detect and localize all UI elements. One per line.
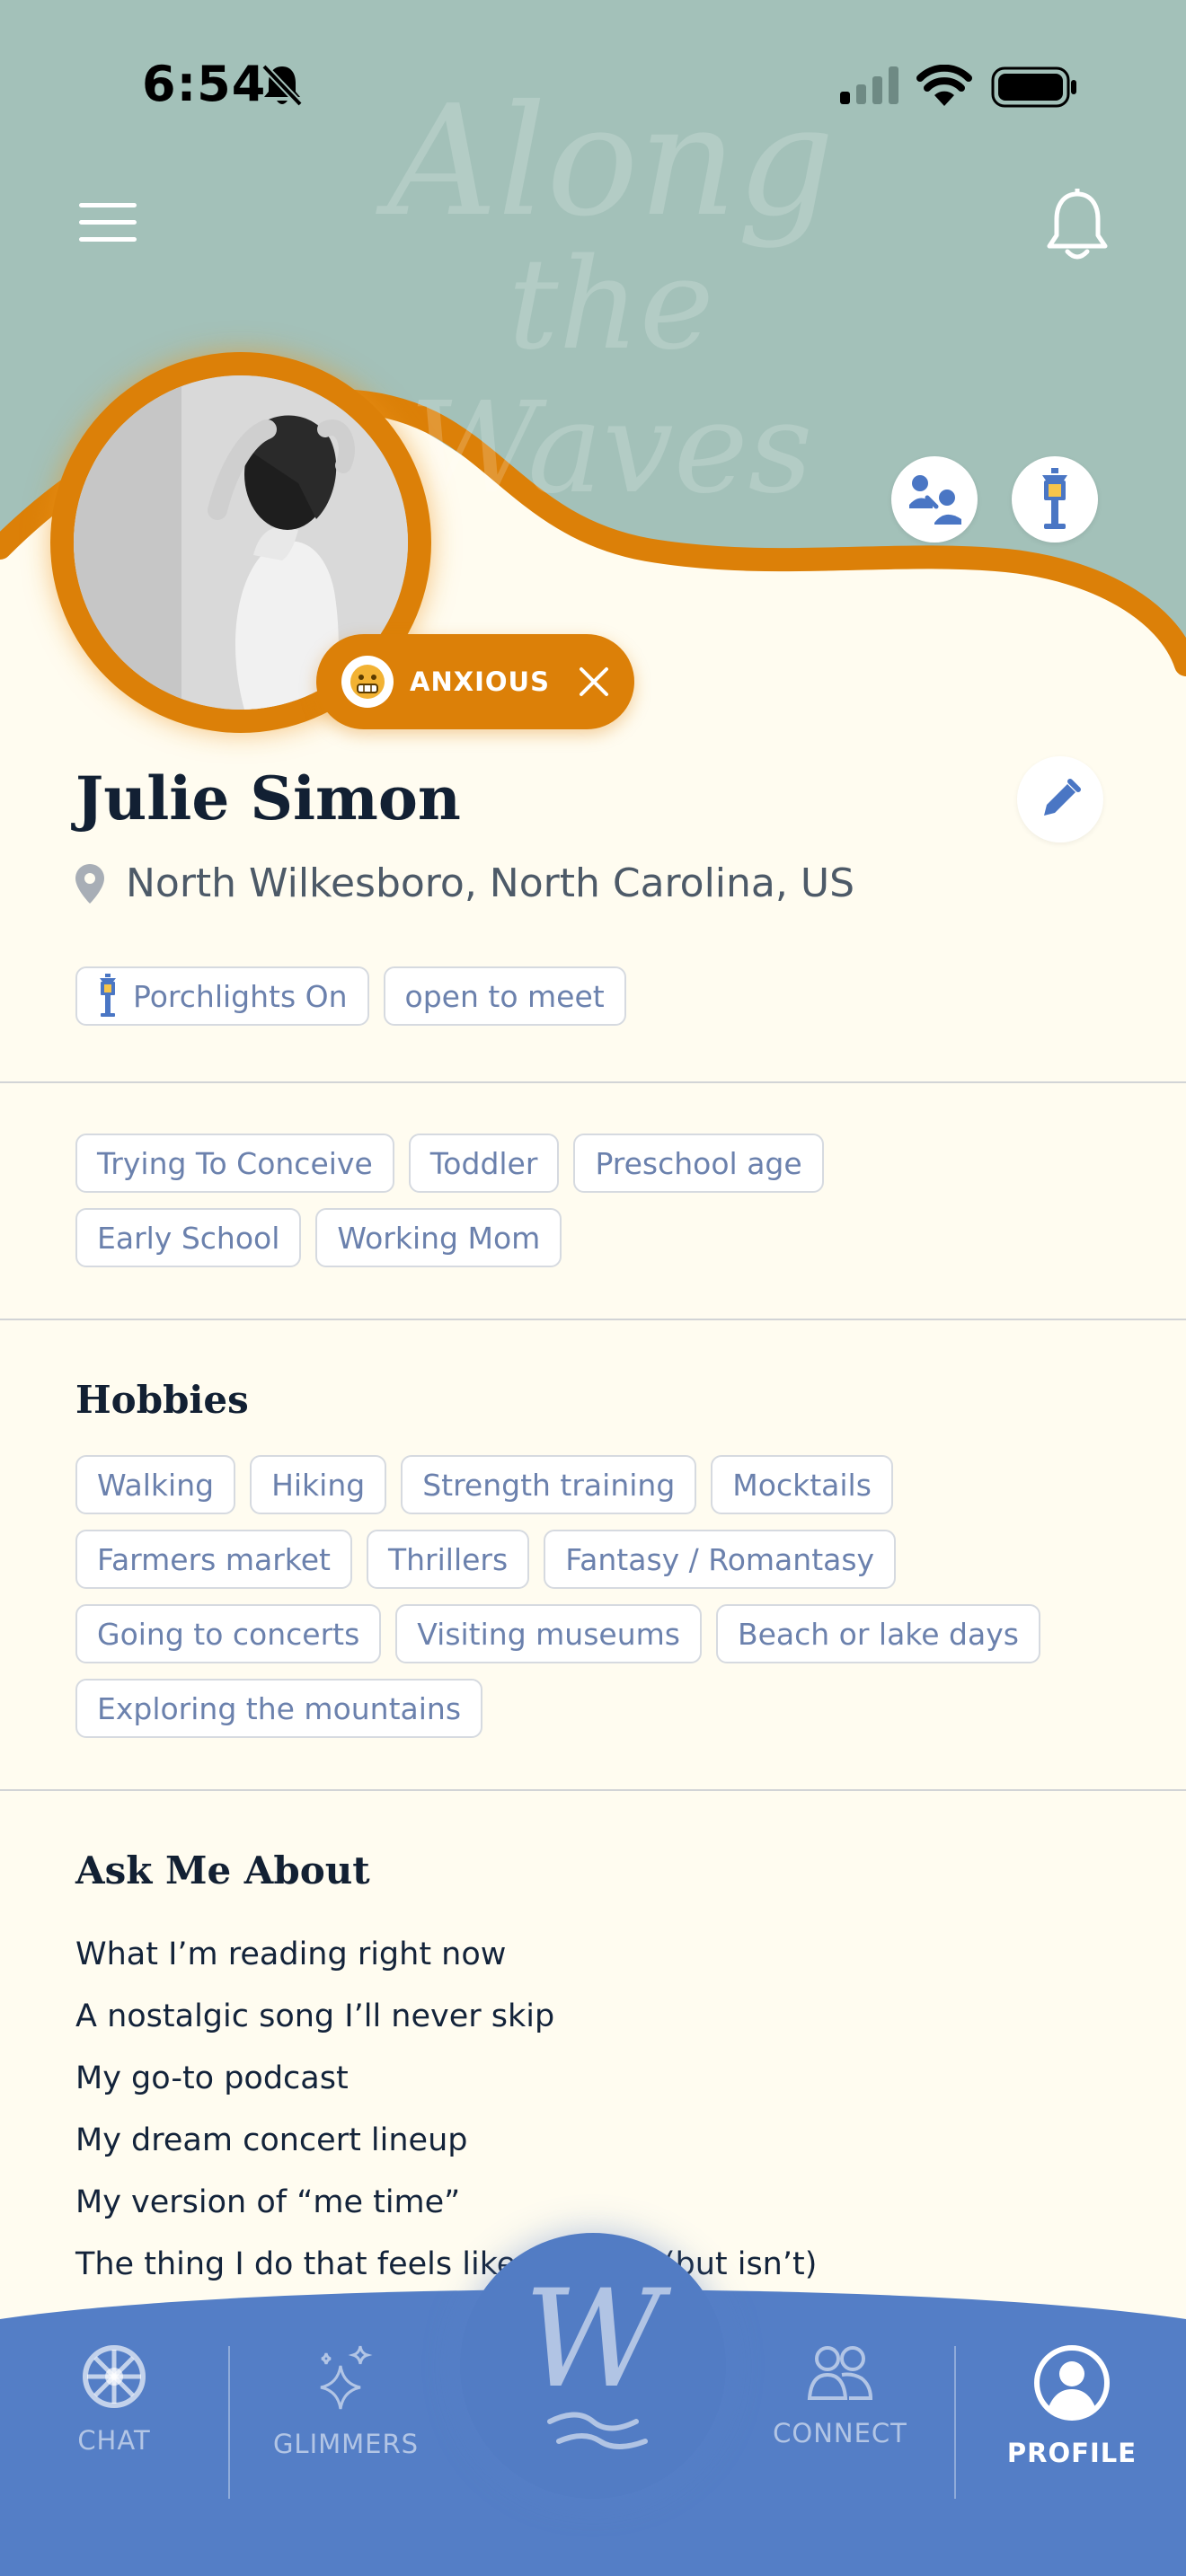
profile-name: Julie Simon — [75, 763, 461, 834]
stage-tag[interactable]: Toddler — [408, 1134, 560, 1193]
people-icon — [807, 2346, 873, 2400]
nav-separator — [954, 2346, 956, 2499]
hobby-tag[interactable]: Going to concerts — [75, 1604, 382, 1663]
svg-text:W: W — [524, 2262, 672, 2418]
hobby-tag[interactable]: Beach or lake days — [715, 1604, 1040, 1663]
ask-me-about-item: My go-to podcast — [75, 2060, 349, 2096]
ask-me-about-item: My version of “me time” — [75, 2184, 461, 2220]
porchlight-lantern-icon — [1042, 468, 1067, 529]
location-row: North Wilkesboro, North Carolina, US — [75, 860, 854, 906]
grimace-face-icon — [341, 656, 394, 708]
wifi-icon — [916, 65, 972, 106]
location-text: North Wilkesboro, North Carolina, US — [126, 860, 854, 906]
divider — [0, 1789, 1186, 1791]
hobby-tag[interactable]: Walking — [75, 1455, 236, 1514]
ask-me-about-item: A nostalgic song I’ll never skip — [75, 1998, 555, 2034]
people-connect-icon — [909, 475, 961, 525]
stage-tag[interactable]: Working Mom — [315, 1208, 562, 1267]
hamburger-icon — [79, 203, 137, 207]
menu-button[interactable] — [79, 203, 137, 244]
sparkle-icon — [320, 2345, 373, 2410]
waves-logo-icon: W — [524, 2262, 672, 2449]
hobby-tag[interactable]: Strength training — [401, 1455, 697, 1514]
open-to-meet-tag[interactable]: open to meet — [383, 966, 626, 1026]
close-icon[interactable] — [579, 666, 609, 697]
hobbies-title: Hobbies — [75, 1378, 249, 1422]
mood-badge[interactable]: ANXIOUS — [316, 634, 634, 729]
porchlight-lantern-icon — [100, 974, 116, 1017]
stage-tag[interactable]: Early School — [75, 1208, 302, 1267]
porchlight-button[interactable] — [1012, 456, 1098, 543]
status-time: 6:54 — [142, 56, 267, 112]
ask-me-about-title: Ask Me About — [75, 1848, 370, 1892]
nav-connect[interactable]: CONNECT — [728, 2344, 952, 2448]
ask-me-about-item: What I’m reading right now — [75, 1936, 507, 1972]
hobby-tag[interactable]: Thrillers — [366, 1530, 530, 1589]
nav-separator — [228, 2346, 230, 2499]
chat-wheel-icon — [83, 2345, 146, 2408]
location-pin-icon — [75, 863, 104, 904]
hobby-tag[interactable]: Visiting museums — [395, 1604, 702, 1663]
notification-bell-icon[interactable] — [1042, 189, 1112, 264]
hobby-tag[interactable]: Mocktails — [711, 1455, 893, 1514]
hobby-tag[interactable]: Farmers market — [75, 1530, 352, 1589]
stage-tag[interactable]: Preschool age — [573, 1134, 824, 1193]
nav-glimmers-label: GLIMMERS — [272, 2429, 420, 2459]
edit-profile-button[interactable] — [1017, 756, 1103, 842]
porchlights-on-tag[interactable]: Porchlights On — [75, 966, 369, 1026]
hobby-tag[interactable]: Fantasy / Romantasy — [544, 1530, 897, 1589]
nav-profile[interactable]: PROFILE — [960, 2344, 1184, 2468]
hobby-tag[interactable]: Exploring the mountains — [75, 1679, 483, 1738]
cellular-signal-icon — [840, 66, 898, 104]
home-logo-button[interactable]: W — [460, 2233, 726, 2499]
battery-icon — [991, 66, 1076, 108]
profile-avatar-icon — [1034, 2345, 1110, 2421]
connect-request-button[interactable] — [891, 456, 978, 543]
nav-profile-label: PROFILE — [1006, 2438, 1137, 2468]
hobby-tag[interactable]: Hiking — [250, 1455, 387, 1514]
nav-chat[interactable]: CHAT — [2, 2344, 226, 2456]
ask-me-about-item: My dream concert lineup — [75, 2122, 468, 2158]
divider — [0, 1081, 1186, 1083]
mood-label: ANXIOUS — [410, 666, 550, 697]
nav-connect-label: CONNECT — [773, 2418, 907, 2448]
nav-chat-label: CHAT — [77, 2425, 151, 2456]
silent-mode-icon — [261, 64, 303, 107]
pencil-icon — [1044, 779, 1081, 816]
stage-tag[interactable]: Trying To Conceive — [75, 1134, 394, 1193]
nav-glimmers[interactable]: GLIMMERS — [234, 2344, 458, 2459]
divider — [0, 1319, 1186, 1320]
